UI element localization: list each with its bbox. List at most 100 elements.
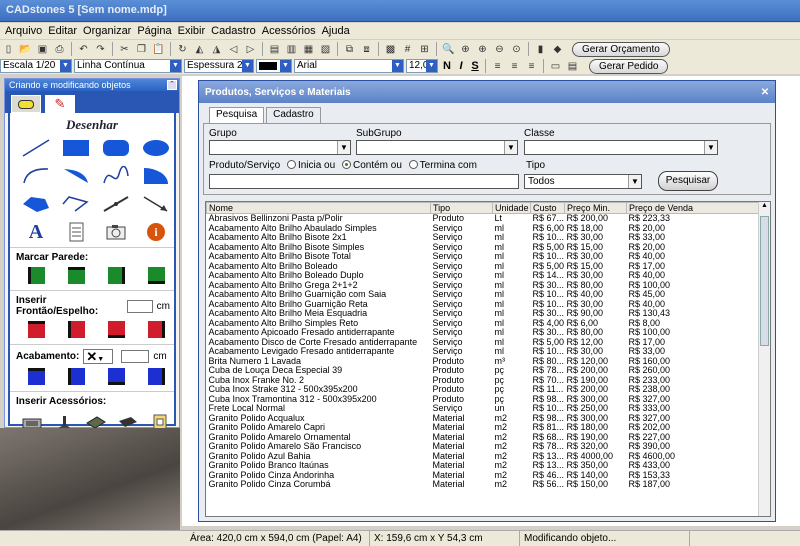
acabamento-type-select[interactable]: ✕▼: [83, 349, 114, 364]
align-right-icon[interactable]: ≡: [525, 60, 538, 73]
italic-button[interactable]: I: [454, 60, 468, 72]
align-center-icon[interactable]: ≡: [508, 60, 521, 73]
table-row[interactable]: Acabamento Alto Brilho Meia Esquadria Ser…: [207, 309, 761, 319]
menu-exibir[interactable]: Exibir: [175, 23, 209, 39]
snap-icon[interactable]: ▩: [384, 43, 397, 56]
subgrupo-select[interactable]: ▼: [356, 140, 518, 155]
align-right-icon[interactable]: ▦: [302, 43, 315, 56]
menu-acessorios[interactable]: Acessórios: [259, 23, 319, 39]
table-row[interactable]: Acabamento Levigado Fresado antiderrapan…: [207, 347, 761, 357]
rounded-rect-tool[interactable]: [96, 137, 136, 159]
wall-right-swatch[interactable]: [107, 267, 125, 284]
mirror-right-icon[interactable]: ▷: [244, 43, 257, 56]
acab-right-swatch[interactable]: [147, 368, 165, 385]
acabamento-size-input[interactable]: [121, 350, 150, 363]
menu-ajuda[interactable]: Ajuda: [319, 23, 353, 39]
table-row[interactable]: Cuba Inox Tramontina 312 - 500x395x200 Pr…: [207, 395, 761, 405]
wall-top-swatch[interactable]: [67, 267, 85, 284]
text-tool[interactable]: A: [16, 221, 56, 243]
generate-quote-button[interactable]: Gerar Orçamento: [572, 41, 670, 57]
grupo-select[interactable]: ▼: [209, 140, 351, 155]
line-style-select[interactable]: Linha Contínua ▼: [74, 59, 182, 73]
col-nome[interactable]: Nome: [206, 202, 431, 214]
tab-objects[interactable]: [11, 95, 41, 113]
zoom-in-icon[interactable]: ⊕: [476, 43, 489, 56]
classe-select[interactable]: ▼: [524, 140, 718, 155]
scroll-up-icon[interactable]: ▲: [759, 202, 770, 212]
table-row[interactable]: Granito Polido Acqualux Material m2 R$ 98..…: [207, 414, 761, 424]
info-tool[interactable]: i: [136, 221, 176, 243]
tab-paint[interactable]: ✎: [45, 95, 75, 113]
text-box-icon[interactable]: ▤: [566, 60, 579, 73]
table-row[interactable]: Granito Polido Cinza Corumbá Material m2 R$…: [207, 480, 761, 490]
dimension-icon[interactable]: ⊞: [418, 43, 431, 56]
mirror-icon[interactable]: ◁: [227, 43, 240, 56]
table-row[interactable]: Abrasivos Bellinzoni Pasta p/Polir Produt…: [207, 214, 761, 224]
generate-order-button[interactable]: Gerar Pedido: [589, 58, 669, 74]
distribute-icon[interactable]: ▧: [319, 43, 332, 56]
table-row[interactable]: Granito Polido Azul Bahia Material m2 R$ 13…: [207, 452, 761, 462]
curve-tool[interactable]: [96, 165, 136, 187]
eraser-icon[interactable]: ◆: [551, 43, 564, 56]
align-center-icon[interactable]: ▥: [285, 43, 298, 56]
font-select[interactable]: Arial ▼: [294, 59, 404, 73]
table-row[interactable]: Acabamento Alto Brilho Bisote Simples Ser…: [207, 243, 761, 253]
radio-inicia[interactable]: [286, 160, 296, 169]
table-row[interactable]: Granito Polido Amarelo Ornamental Materia…: [207, 433, 761, 443]
thickness-select[interactable]: Espessura 2 ▼: [184, 59, 254, 73]
col-preco-venda[interactable]: Preço de Venda: [626, 202, 761, 214]
menu-arquivo[interactable]: Arquivo: [2, 23, 45, 39]
frontao-left-swatch[interactable]: [67, 321, 85, 338]
table-row[interactable]: Brita Numero 1 Lavada Produto m³ R$ 80... R$…: [207, 357, 761, 367]
table-row[interactable]: Cuba Inox Franke No. 2 Produto pç R$ 70... R…: [207, 376, 761, 386]
tab-cadastro[interactable]: Cadastro: [266, 107, 321, 123]
pie-tool[interactable]: [136, 165, 176, 187]
scale-select[interactable]: Escala 1/20 ▼: [0, 59, 72, 73]
copy-icon[interactable]: ❐: [135, 43, 148, 56]
col-custo[interactable]: Custo: [530, 202, 565, 214]
scroll-thumb[interactable]: [760, 216, 769, 346]
table-row[interactable]: Acabamento Alto Brilho Grega 2+1+2 Serviç…: [207, 281, 761, 291]
dimension-tool[interactable]: [96, 193, 136, 215]
flip-left-icon[interactable]: ◭: [193, 43, 206, 56]
rectangle-tool[interactable]: [56, 137, 96, 159]
tipo-select[interactable]: Todos ▼: [524, 174, 642, 189]
print-icon[interactable]: ⎙: [53, 43, 66, 56]
acab-left-swatch[interactable]: [67, 368, 85, 385]
table-row[interactable]: Cuba de Louça Deca Especial 39 Produto pç R…: [207, 366, 761, 376]
open-folder-icon[interactable]: 📂: [19, 43, 32, 56]
wall-bottom-swatch[interactable]: [147, 267, 165, 284]
group-icon[interactable]: ⧉: [343, 43, 356, 56]
pesquisar-button[interactable]: Pesquisar: [658, 171, 718, 191]
zoom-window-icon[interactable]: ⊕: [459, 43, 472, 56]
frontao-top-swatch[interactable]: [27, 321, 45, 338]
menu-organizar[interactable]: Organizar: [80, 23, 134, 39]
underline-button[interactable]: S: [468, 60, 482, 72]
table-row[interactable]: Granito Polido Cinza Andorinha Material m2…: [207, 471, 761, 481]
table-row[interactable]: Acabamento Alto Brilho Bisote 2x1 Serviço…: [207, 233, 761, 243]
acab-top-swatch[interactable]: [27, 368, 45, 385]
tab-pesquisa[interactable]: Pesquisa: [209, 107, 265, 123]
table-row[interactable]: Acabamento Alto Brilho Boleado Serviço ml R…: [207, 262, 761, 272]
rotate-icon[interactable]: ↻: [176, 43, 189, 56]
ungroup-icon[interactable]: ⧈: [360, 43, 373, 56]
table-row[interactable]: Cuba Inox Strake 312 - 500x395x200 Produt…: [207, 385, 761, 395]
polyline-tool[interactable]: [56, 193, 96, 215]
table-row[interactable]: Granito Polido Amarelo Capri Material m2 R$…: [207, 423, 761, 433]
paste-icon[interactable]: 📋: [152, 43, 165, 56]
arc-tool[interactable]: [16, 165, 56, 187]
font-size-select[interactable]: 12,0 ▼: [406, 59, 438, 73]
chord-tool[interactable]: [56, 165, 96, 187]
table-row[interactable]: Acabamento Apicoado Fresado antiderrapan…: [207, 328, 761, 338]
new-file-icon[interactable]: ▯: [2, 43, 15, 56]
align-left-icon[interactable]: ≡: [491, 60, 504, 73]
table-row[interactable]: Granito Polido Amarelo São Francisco Mate…: [207, 442, 761, 452]
collapse-icon[interactable]: ⌃: [167, 80, 177, 90]
text-frame-icon[interactable]: ▭: [549, 60, 562, 73]
wall-left-swatch[interactable]: [27, 267, 45, 284]
align-icon[interactable]: ▤: [268, 43, 281, 56]
color-select[interactable]: ▼: [256, 59, 292, 73]
table-row[interactable]: Acabamento Alto Brilho Guarnição com Sai…: [207, 290, 761, 300]
flip-right-icon[interactable]: ◮: [210, 43, 223, 56]
save-icon[interactable]: ▣: [36, 43, 49, 56]
